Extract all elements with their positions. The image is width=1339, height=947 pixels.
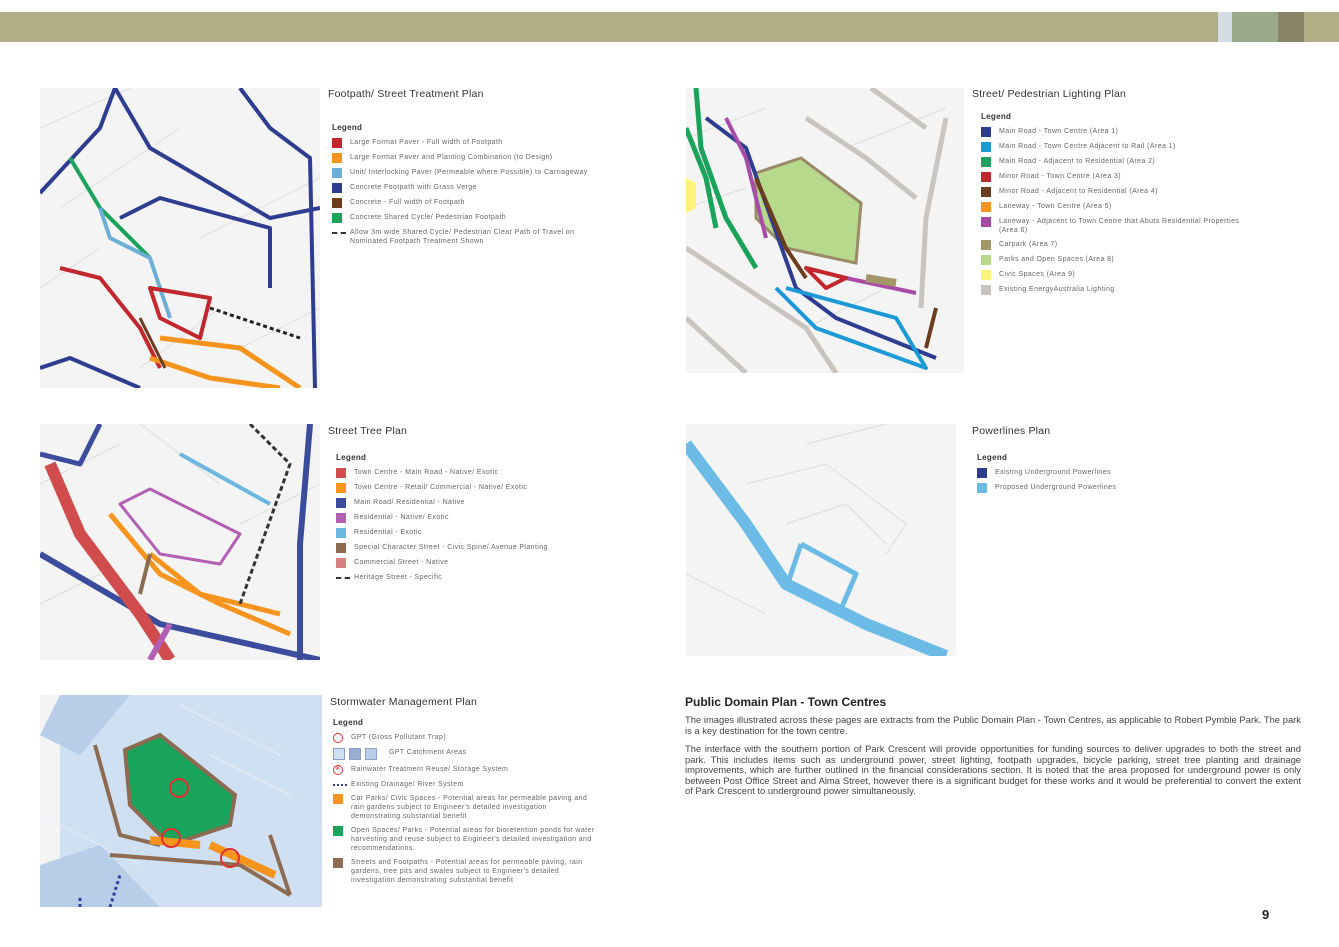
legend-item: Main Road - Adjacent to Residential (Are… xyxy=(981,157,1241,167)
legend-swatch xyxy=(332,153,342,163)
legend-swatch xyxy=(336,528,346,538)
legend-item: Civic Spaces (Area 9) xyxy=(981,270,1241,280)
tree-title: Street Tree Plan xyxy=(328,425,408,437)
legend-item: Town Centre - Retail/ Commercial - Nativ… xyxy=(336,483,596,493)
legend-item: Heritage Street - Specific xyxy=(336,573,596,582)
legend-swatch xyxy=(977,468,987,478)
legend-item: Large Format Paver - Full width of Footp… xyxy=(332,138,592,148)
legend-swatch xyxy=(332,138,342,148)
header-accent-light xyxy=(1218,12,1232,42)
legend-swatch xyxy=(332,213,342,223)
section-heading: Public Domain Plan - Town Centres xyxy=(685,695,887,709)
footpath-map xyxy=(40,88,320,388)
legend-swatch xyxy=(336,498,346,508)
legend-swatch xyxy=(336,483,346,493)
legend-item: Concrete Shared Cycle/ Pedestrian Footpa… xyxy=(332,213,592,223)
legend-item: Main Road/ Residential - Native xyxy=(336,498,596,508)
tree-legend: Legend Town Centre - Main Road - Native/… xyxy=(336,453,596,587)
legend-item: Concrete - Full width of Footpath xyxy=(332,198,592,208)
legend-item: Concrete Footpath with Grass Verge xyxy=(332,183,592,193)
legend-swatch xyxy=(981,240,991,250)
legend-item: Allow 3m wide Shared Cycle/ Pedestrian C… xyxy=(332,228,592,246)
stormwater-legend: Legend GPT (Gross Pollutant Trap) GPT Ca… xyxy=(333,718,595,890)
legend-item: Unit/ Interlocking Paver (Permeable wher… xyxy=(332,168,592,178)
legend-item: Main Road - Town Centre Adjacent to Rail… xyxy=(981,142,1241,152)
legend-swatch xyxy=(336,558,346,568)
lighting-legend: Legend Main Road - Town Centre (Area 1) … xyxy=(981,112,1241,300)
legend-swatch xyxy=(977,483,987,493)
legend-swatch xyxy=(981,172,991,182)
legend-item: Large Format Paver and Planting Combinat… xyxy=(332,153,592,163)
legend-heading: Legend xyxy=(981,112,1012,121)
legend-heading: Legend xyxy=(336,453,367,462)
header-band xyxy=(0,12,1339,42)
legend-swatch xyxy=(332,183,342,193)
legend-heading: Legend xyxy=(977,453,1008,462)
legend-swatch xyxy=(981,202,991,212)
legend-swatch xyxy=(981,127,991,137)
legend-swatch xyxy=(981,255,991,265)
legend-swatch xyxy=(336,543,346,553)
legend-swatch xyxy=(333,794,343,804)
legend-item: Special Character Street - Civic Spine/ … xyxy=(336,543,596,553)
legend-item: Laneway - Town Centre (Area 5) xyxy=(981,202,1241,212)
footpath-title: Footpath/ Street Treatment Plan xyxy=(328,88,484,100)
legend-heading: Legend xyxy=(333,718,364,727)
legend-swatch xyxy=(981,157,991,167)
intro-paragraph: The images illustrated across these page… xyxy=(685,714,1301,736)
header-accent-green xyxy=(1232,12,1278,42)
legend-item: Proposed Underground Powerlines xyxy=(977,483,1237,493)
lighting-title: Street/ Pedestrian Lighting Plan xyxy=(972,88,1127,100)
legend-item: Parks and Open Spaces (Area 8) xyxy=(981,255,1241,265)
legend-swatch xyxy=(981,142,991,152)
legend-swatch xyxy=(981,217,991,227)
legend-swatch xyxy=(332,198,342,208)
powerlines-map xyxy=(686,424,956,656)
tree-map xyxy=(40,424,320,660)
legend-heading: Legend xyxy=(332,123,363,132)
legend-item: GPT (Gross Pollutant Trap) xyxy=(333,733,595,743)
legend-item: Existing Underground Powerlines xyxy=(977,468,1237,478)
legend-item: Car Parks/ Civic Spaces - Potential area… xyxy=(333,794,595,821)
legend-swatch xyxy=(981,187,991,197)
legend-swatch xyxy=(332,168,342,178)
powerlines-title: Powerlines Plan xyxy=(972,425,1051,437)
legend-dash xyxy=(332,232,346,234)
legend-item: Minor Road - Town Centre (Area 3) xyxy=(981,172,1241,182)
legend-swatch xyxy=(981,285,991,295)
legend-dash xyxy=(336,577,350,579)
legend-item: Carpark (Area 7) xyxy=(981,240,1241,250)
legend-item: Open Spaces/ Parks - Potential areas for… xyxy=(333,826,595,853)
header-accent-brown xyxy=(1278,12,1304,42)
legend-item: Minor Road - Adjacent to Residential (Ar… xyxy=(981,187,1241,197)
catchment-swatches xyxy=(333,748,381,760)
legend-swatch xyxy=(336,513,346,523)
legend-item: GPT Catchment Areas xyxy=(333,748,595,760)
legend-item: Main Road - Town Centre (Area 1) xyxy=(981,127,1241,137)
legend-item: Existing Drainage/ River System xyxy=(333,780,595,789)
legend-item: Existing EnergyAustralia Lighting xyxy=(981,285,1241,295)
legend-swatch xyxy=(333,858,343,868)
page-number: 9 xyxy=(1262,907,1270,922)
stormwater-map xyxy=(40,695,322,907)
rainwater-icon xyxy=(333,763,343,775)
legend-item: Streets and Footpaths - Potential areas … xyxy=(333,858,595,885)
lighting-map xyxy=(686,88,964,373)
legend-item: Laneway - Adjacent to Town Centre that A… xyxy=(981,217,1241,235)
legend-swatch xyxy=(336,468,346,478)
body-paragraph: The interface with the southern portion … xyxy=(685,743,1301,796)
legend-item: Town Centre - Main Road - Native/ Exotic xyxy=(336,468,596,478)
legend-item: Commercial Street - Native xyxy=(336,558,596,568)
legend-swatch xyxy=(981,270,991,280)
footpath-legend: Legend Large Format Paver - Full width o… xyxy=(332,123,592,251)
stormwater-title: Stormwater Management Plan xyxy=(330,696,478,708)
drainage-dots xyxy=(333,784,347,786)
legend-swatch xyxy=(333,826,343,836)
legend-item: Residential - Exotic xyxy=(336,528,596,538)
gpt-icon xyxy=(333,733,343,743)
powerlines-legend: Legend Existing Underground Powerlines P… xyxy=(977,453,1237,498)
legend-item: Residential - Native/ Exotic xyxy=(336,513,596,523)
legend-item: Rainwater Treatment Reuse/ Storage Syste… xyxy=(333,763,595,775)
